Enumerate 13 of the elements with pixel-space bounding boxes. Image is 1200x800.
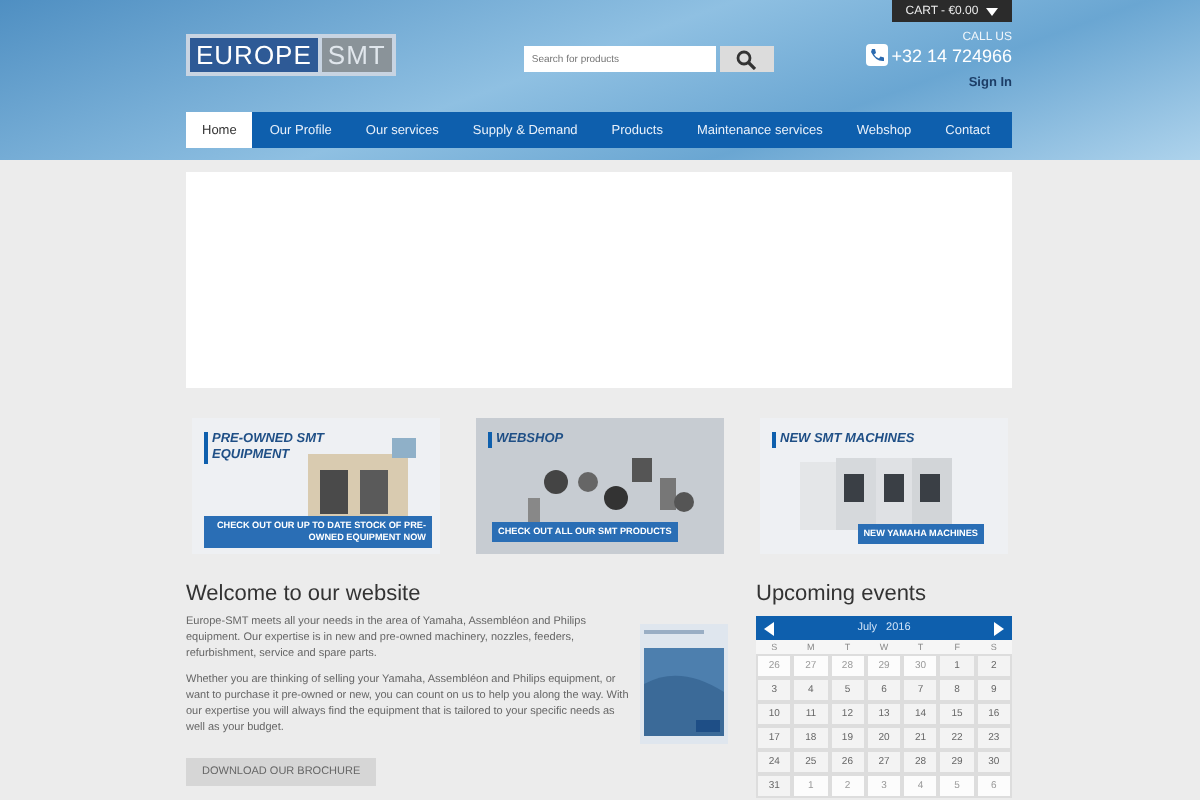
chevron-left-icon	[764, 621, 774, 635]
section-heading: Upcoming events	[756, 582, 928, 606]
chevron-right-icon	[993, 621, 1004, 635]
phone-number: +32 14 724966	[891, 45, 1012, 65]
logo[interactable]: EUROPE SMT	[186, 34, 396, 76]
next-month-button[interactable]	[993, 621, 1004, 635]
search-icon	[736, 49, 757, 69]
caret-icon	[986, 7, 999, 15]
phone-icon	[865, 44, 888, 66]
search-button[interactable]	[719, 46, 774, 72]
section-heading: Welcome to our website	[186, 582, 423, 606]
previous-month-button[interactable]	[764, 621, 774, 635]
logo-text: SMT	[321, 38, 392, 72]
